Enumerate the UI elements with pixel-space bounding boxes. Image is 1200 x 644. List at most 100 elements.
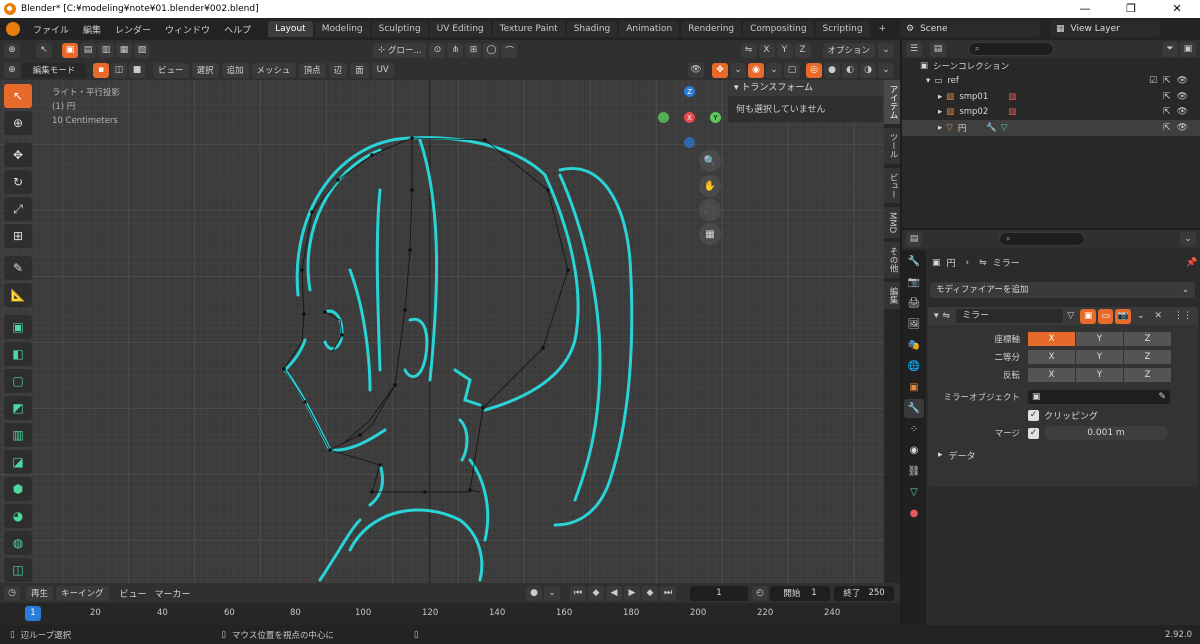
select-mode-extend-icon[interactable]: ▤ [80, 42, 96, 58]
end-frame-field[interactable]: 終了 250 [834, 585, 894, 601]
close-icon[interactable]: ✕ [1154, 0, 1200, 18]
menu-help[interactable]: ヘルプ [217, 23, 258, 36]
transform-orientation-dropdown[interactable]: ⊹ グロー... [373, 42, 427, 58]
rotate-tool[interactable]: ↻ [4, 170, 32, 194]
xray-icon[interactable]: ▢ [784, 62, 800, 78]
transform-tool[interactable]: ⊞ [4, 224, 32, 248]
maximize-icon[interactable]: ❐ [1108, 0, 1154, 18]
expand-icon[interactable]: ▾ [926, 76, 930, 86]
tab-compositing[interactable]: Compositing [743, 21, 814, 37]
shading-dropdown-icon[interactable]: ⌄ [878, 62, 894, 78]
snap-icon[interactable]: ⋔ [447, 42, 464, 58]
record-icon[interactable]: ● [526, 585, 542, 601]
timeline-editor-icon[interactable]: ◷ [4, 585, 20, 601]
scene-tab-icon[interactable]: 🎭 [904, 336, 924, 355]
start-frame-field[interactable]: 開始 1 [770, 585, 830, 601]
menu-uv[interactable]: UV [371, 62, 394, 78]
collapse-icon[interactable]: ▾ [934, 311, 939, 321]
menu-add[interactable]: 追加 [221, 62, 249, 78]
bisect-x-button[interactable]: X [1028, 350, 1075, 364]
blender-menu-icon[interactable] [6, 22, 20, 36]
header-collapse-icon[interactable]: ⌄ [878, 42, 895, 58]
tab-other[interactable]: その他 [884, 242, 900, 278]
tab-uv-editing[interactable]: UV Editing [429, 21, 491, 37]
gizmo-y-axis[interactable]: Y [710, 112, 721, 123]
gizmo-neg-y-axis[interactable] [658, 112, 669, 123]
axis-x-toggle[interactable]: X [758, 42, 775, 58]
menu-mesh[interactable]: メッシュ [251, 62, 296, 78]
tab-animation[interactable]: Animation [619, 21, 680, 37]
face-select-icon[interactable]: ■ [129, 62, 145, 78]
measure-tool[interactable]: 📐 [4, 283, 32, 307]
axis-z-toggle[interactable]: Z [794, 42, 811, 58]
overlay-dropdown-icon[interactable]: ⌄ [766, 62, 782, 78]
gizmo-dropdown-icon[interactable]: ⌄ [730, 62, 746, 78]
tab-scripting[interactable]: Scripting [815, 21, 870, 37]
menu-keying[interactable]: キーイング [56, 585, 109, 601]
edit-mode-toggle-icon[interactable]: ▽ [1062, 308, 1079, 324]
shading-wireframe-icon[interactable]: ◎ [806, 62, 822, 78]
visibility-icon[interactable]: 👁 [688, 62, 704, 78]
transform-panel-header[interactable]: ▾ トランスフォーム [728, 80, 883, 96]
eyedropper-icon[interactable]: ✎ [1158, 392, 1166, 402]
menu-playback[interactable]: 再生 [26, 585, 54, 601]
shading-rendered-icon[interactable]: ◑ [860, 62, 876, 78]
tab-rendering[interactable]: Rendering [681, 21, 742, 37]
outliner-root[interactable]: ▣ シーンコレクション [902, 58, 1200, 74]
pan-hand-icon[interactable]: ✋ [699, 175, 721, 197]
tab-view[interactable]: ビュー [884, 167, 900, 203]
menu-face[interactable]: 面 [350, 62, 369, 78]
row-controls[interactable]: ⇱👁 [1163, 123, 1194, 133]
axis-z-button[interactable]: Z [1124, 332, 1171, 346]
flip-x-button[interactable]: X [1028, 368, 1075, 382]
mirror-object-field[interactable]: ▣ ✎ [1028, 390, 1170, 404]
object-tab-icon[interactable]: ▣ [904, 378, 924, 397]
merge-distance-field[interactable]: 0.001 m [1044, 426, 1168, 440]
tab-sculpting[interactable]: Sculpting [371, 21, 428, 37]
poly-build-tool[interactable]: ⬢ [4, 477, 32, 501]
smooth-tool[interactable]: ◍ [4, 531, 32, 555]
spin-tool[interactable]: ◕ [4, 504, 32, 528]
tab-modeling[interactable]: Modeling [314, 21, 370, 37]
material-tab-icon[interactable]: ● [904, 504, 924, 523]
select-mode-invert-icon[interactable]: ▦ [116, 42, 132, 58]
play-icon[interactable]: ▶ [624, 585, 640, 601]
snap-target-icon[interactable]: ⊞ [465, 42, 482, 58]
new-collection-icon[interactable]: ▣ [1180, 41, 1196, 57]
jump-end-icon[interactable]: ⏭ [660, 585, 676, 601]
select-mode-intersect-icon[interactable]: ▧ [134, 42, 150, 58]
filter-icon[interactable]: ⏷ [1162, 41, 1178, 57]
tab-layout[interactable]: Layout [268, 21, 313, 37]
3d-viewport[interactable]: ↖ ⊕ ✥ ↻ ⤢ ⊞ ✎ 📐 ▣ ◧ ▢ ◩ ▥ ◪ ⬢ ◕ ◍ ◫ ライト・… [0, 80, 900, 583]
menu-edit[interactable]: 編集 [76, 23, 108, 36]
move-tool[interactable]: ✥ [4, 143, 32, 167]
constraints-tab-icon[interactable]: ⛓ [904, 462, 924, 481]
current-frame-field[interactable]: 1 [690, 585, 748, 601]
scene-selector[interactable]: ⚙ Scene [900, 21, 1040, 37]
row-controls[interactable]: ⇱👁 [1163, 92, 1194, 102]
playhead[interactable]: 1 [25, 606, 41, 621]
loop-cut-tool[interactable]: ▥ [4, 423, 32, 447]
prev-key-icon[interactable]: ◆ [588, 585, 604, 601]
falloff-icon[interactable]: ⌒ [501, 42, 518, 58]
inset-tool[interactable]: ▢ [4, 369, 32, 393]
outliner-search-input[interactable]: ⌕ [968, 42, 1054, 56]
zoom-icon[interactable]: 🔍 [699, 150, 721, 172]
menu-timeline-view[interactable]: ビュー [120, 587, 147, 600]
knife-tool[interactable]: ◪ [4, 450, 32, 474]
menu-view[interactable]: ビュー [153, 62, 189, 78]
gizmo-z-axis[interactable]: Z [684, 86, 695, 97]
tab-shading[interactable]: Shading [566, 21, 618, 37]
render-tab-icon[interactable]: 📷 [904, 273, 924, 292]
render-toggle-icon[interactable]: 📷 [1115, 308, 1131, 324]
bevel-tool[interactable]: ◩ [4, 396, 32, 420]
add-cube-tool[interactable]: ▣ [4, 315, 32, 339]
bisect-y-button[interactable]: Y [1076, 350, 1123, 364]
properties-options-icon[interactable]: ⌄ [1180, 231, 1196, 247]
modifier-tab-icon[interactable]: 🔧 [904, 399, 924, 418]
select-mode-subtract-icon[interactable]: ▥ [98, 42, 114, 58]
proportional-edit-icon[interactable]: ◯ [483, 42, 500, 58]
shading-material-icon[interactable]: ◐ [842, 62, 858, 78]
menu-window[interactable]: ウィンドウ [158, 23, 217, 36]
mode-dropdown[interactable]: 編集モード [22, 62, 86, 78]
